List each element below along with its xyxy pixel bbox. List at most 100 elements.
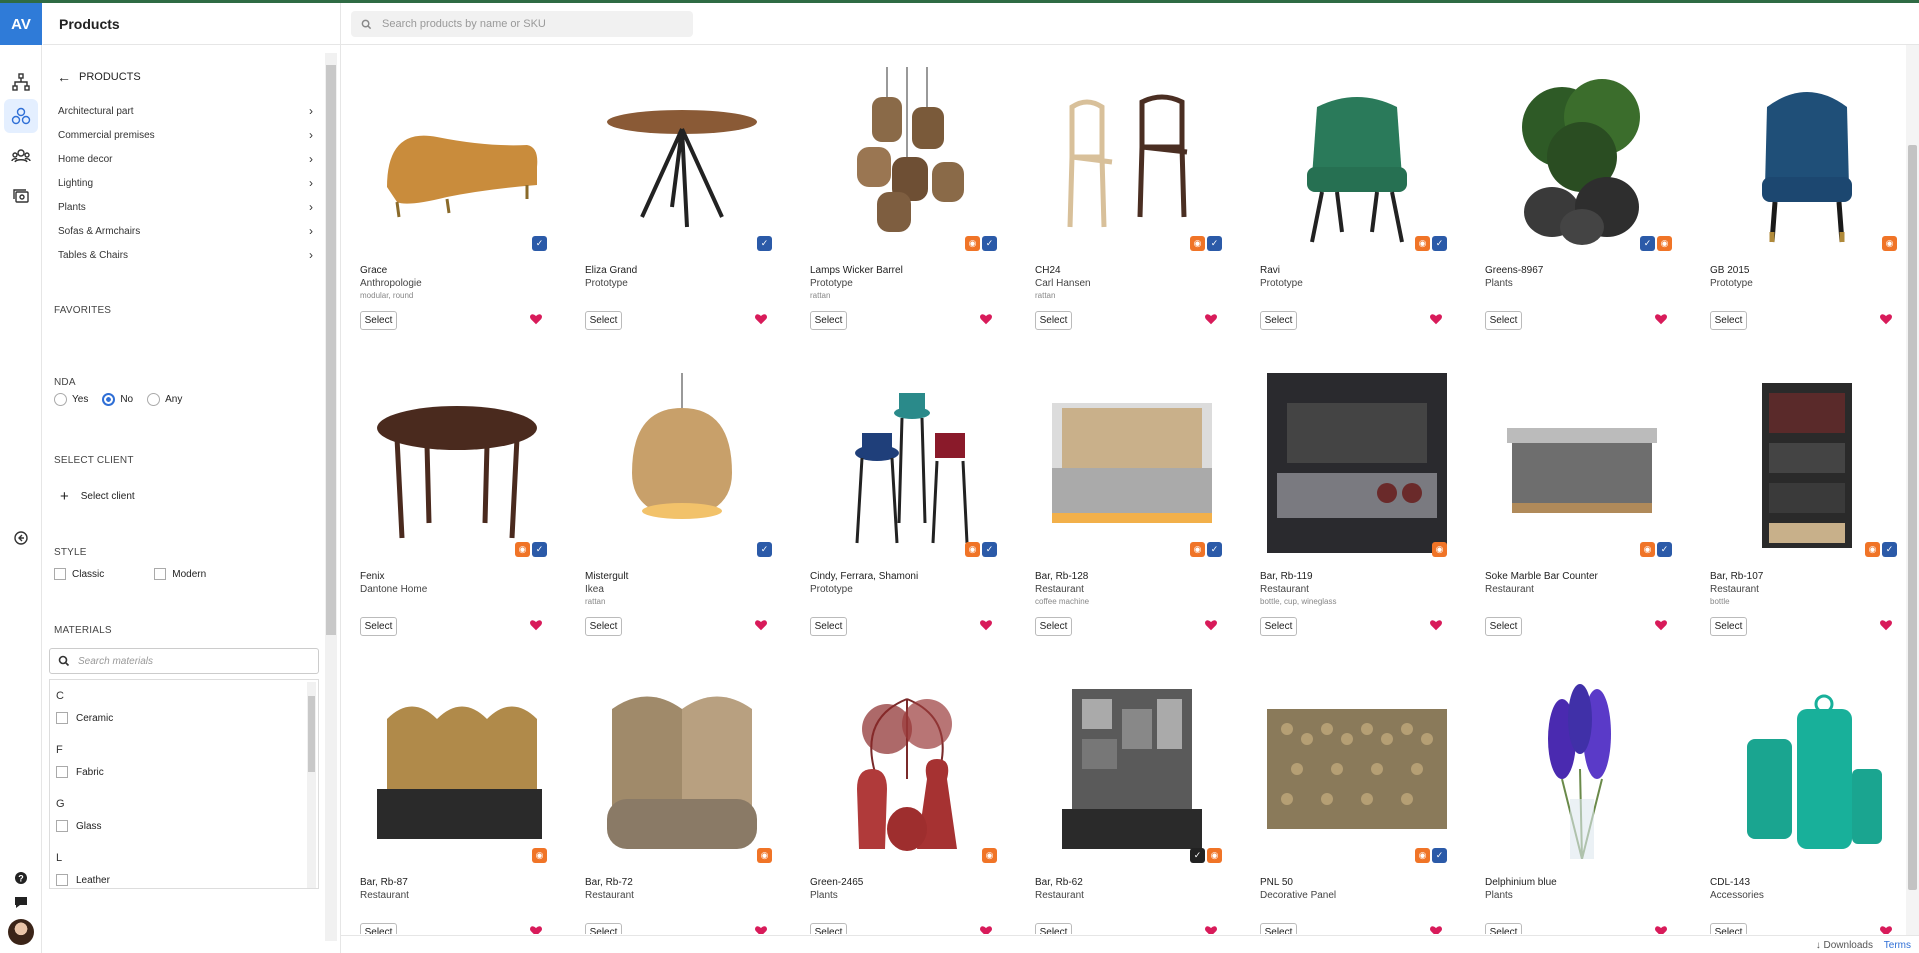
checkbox[interactable] — [56, 820, 68, 832]
product-name[interactable]: Lamps Wicker Barrel — [810, 265, 903, 276]
heart-icon[interactable] — [1204, 618, 1218, 632]
select-button[interactable]: Select — [810, 923, 847, 934]
product-name[interactable]: Cindy, Ferrara, Shamoni — [810, 571, 918, 582]
product-image[interactable] — [1710, 672, 1899, 865]
product-name[interactable]: Soke Marble Bar Counter — [1485, 571, 1598, 582]
select-button[interactable]: Select — [585, 311, 622, 330]
checkbox[interactable] — [154, 568, 167, 580]
style-option[interactable]: Modern — [154, 568, 206, 580]
product-name[interactable]: Greens-8967 — [1485, 265, 1543, 276]
product-card[interactable]: ✓ Grace Anthropologie modular, round Sel… — [355, 52, 555, 332]
heart-icon[interactable] — [979, 618, 993, 632]
gallery-icon[interactable] — [4, 179, 38, 213]
sidebar-scrollbar[interactable] — [325, 53, 337, 941]
materials-search[interactable]: Search materials — [49, 648, 319, 674]
back-to-products[interactable]: ← PRODUCTS — [57, 69, 141, 85]
category-item[interactable]: Home decor › — [58, 147, 313, 171]
product-card[interactable]: ✓ ◉ Greens-8967 Plants Select — [1480, 52, 1680, 332]
product-name[interactable]: PNL 50 — [1260, 877, 1293, 888]
product-image[interactable] — [1710, 60, 1899, 253]
collapse-icon[interactable] — [4, 521, 38, 555]
terms-link[interactable]: Terms — [1884, 940, 1911, 951]
heart-icon[interactable] — [754, 924, 768, 934]
product-card[interactable]: ✓ Eliza Grand Prototype Select — [580, 52, 780, 332]
product-image[interactable] — [1485, 366, 1678, 559]
select-client-button[interactable]: + Select client — [60, 488, 135, 505]
product-name[interactable]: Bar, Rb-119 — [1260, 571, 1313, 582]
product-card[interactable]: Delphinium blue Plants Select — [1480, 664, 1680, 934]
heart-icon[interactable] — [1429, 312, 1443, 326]
heart-icon[interactable] — [1879, 618, 1893, 632]
product-card[interactable]: ◉ ✓ Bar, Rb-128 Restaurant coffee machine… — [1030, 358, 1230, 638]
product-name[interactable]: Bar, Rb-128 — [1035, 571, 1088, 582]
radio-button[interactable] — [102, 393, 116, 406]
user-avatar[interactable] — [8, 919, 34, 945]
materials-scrollbar[interactable] — [307, 682, 316, 888]
product-image[interactable] — [1260, 366, 1453, 559]
heart-icon[interactable] — [754, 312, 768, 326]
product-name[interactable]: Mistergult — [585, 571, 628, 582]
select-button[interactable]: Select — [1710, 311, 1747, 330]
material-option[interactable]: Leather — [56, 874, 110, 886]
heart-icon[interactable] — [1204, 924, 1218, 934]
product-image[interactable] — [1485, 60, 1678, 253]
product-image[interactable] — [1485, 672, 1678, 865]
heart-icon[interactable] — [1654, 618, 1668, 632]
product-card[interactable]: ◉ Bar, Rb-87 Restaurant Select — [355, 664, 555, 934]
select-button[interactable]: Select — [1035, 617, 1072, 636]
select-button[interactable]: Select — [1260, 617, 1297, 636]
product-card[interactable]: ◉ ✓ Cindy, Ferrara, Shamoni Prototype Sel… — [805, 358, 1005, 638]
category-item[interactable]: Lighting › — [58, 171, 313, 195]
radio-button[interactable] — [147, 393, 161, 406]
product-name[interactable]: Fenix — [360, 571, 384, 582]
select-button[interactable]: Select — [585, 923, 622, 934]
select-button[interactable]: Select — [1260, 923, 1297, 934]
heart-icon[interactable] — [1879, 924, 1893, 934]
product-image[interactable] — [1260, 60, 1453, 253]
select-button[interactable]: Select — [1485, 617, 1522, 636]
product-name[interactable]: Delphinium blue — [1485, 877, 1557, 888]
product-image[interactable] — [585, 672, 778, 865]
material-option[interactable]: Ceramic — [56, 712, 113, 724]
product-card[interactable]: ◉ ✓ Bar, Rb-107 Restaurant bottle Select — [1705, 358, 1899, 638]
heart-icon[interactable] — [1429, 924, 1443, 934]
product-image[interactable] — [1260, 672, 1453, 865]
users-icon[interactable] — [4, 139, 38, 173]
select-button[interactable]: Select — [1710, 617, 1747, 636]
product-image[interactable] — [810, 672, 1003, 865]
product-image[interactable] — [585, 366, 778, 559]
product-name[interactable]: Green-2465 — [810, 877, 863, 888]
nda-option[interactable]: No — [102, 393, 133, 406]
product-card[interactable]: ◉ ✓ Ravi Prototype Select — [1255, 52, 1455, 332]
select-button[interactable]: Select — [585, 617, 622, 636]
product-card[interactable]: ✓ ◉ Bar, Rb-62 Restaurant Select — [1030, 664, 1230, 934]
product-card[interactable]: ◉ Green-2465 Plants Select — [805, 664, 1005, 934]
select-button[interactable]: Select — [1035, 923, 1072, 934]
category-item[interactable]: Sofas & Armchairs › — [58, 219, 313, 243]
product-name[interactable]: CH24 — [1035, 265, 1061, 276]
product-name[interactable]: Bar, Rb-72 — [585, 877, 633, 888]
checkbox[interactable] — [56, 766, 68, 778]
product-card[interactable]: ◉ ✓ PNL 50 Decorative Panel Select — [1255, 664, 1455, 934]
heart-icon[interactable] — [529, 312, 543, 326]
select-button[interactable]: Select — [360, 617, 397, 636]
product-name[interactable]: Ravi — [1260, 265, 1280, 276]
product-image[interactable] — [360, 60, 553, 253]
product-name[interactable]: Bar, Rb-62 — [1035, 877, 1083, 888]
heart-icon[interactable] — [1879, 312, 1893, 326]
product-name[interactable]: CDL-143 — [1710, 877, 1750, 888]
checkbox[interactable] — [56, 874, 68, 886]
nda-option[interactable]: Any — [147, 393, 182, 406]
downloads-link[interactable]: ↓ Downloads — [1816, 940, 1873, 951]
heart-icon[interactable] — [754, 618, 768, 632]
product-image[interactable] — [810, 366, 1003, 559]
select-button[interactable]: Select — [360, 923, 397, 934]
product-name[interactable]: GB 2015 — [1710, 265, 1749, 276]
chat-icon[interactable] — [4, 885, 38, 919]
product-image[interactable] — [360, 366, 553, 559]
select-button[interactable]: Select — [360, 311, 397, 330]
product-name[interactable]: Grace — [360, 265, 387, 276]
category-item[interactable]: Commercial premises › — [58, 123, 313, 147]
product-card[interactable]: ◉ ✓ CH24 Carl Hansen rattan Select — [1030, 52, 1230, 332]
product-card[interactable]: ◉ ✓ Lamps Wicker Barrel Prototype rattan … — [805, 52, 1005, 332]
